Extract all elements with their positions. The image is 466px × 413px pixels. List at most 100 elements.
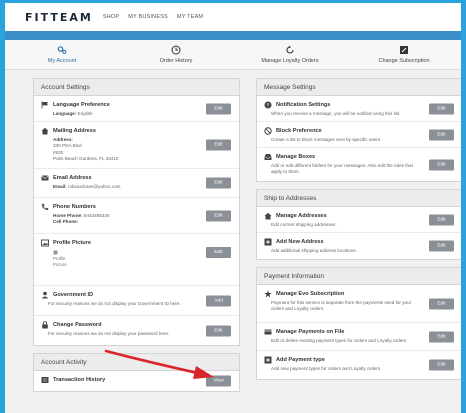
tab-label: Change Subscription [378, 58, 430, 64]
notification-desc: When you receive a message, you will be … [271, 111, 401, 116]
image-alt-text: Picture [53, 261, 67, 267]
row-heading: Change Password [41, 321, 201, 329]
top-nav: FITTEAM SHOP MY BUSINESS MY TEAM [5, 3, 461, 31]
government-id-row: Government ID For security reasons we do… [34, 286, 239, 316]
address-line: Palm Beach Gardens, FL 33410 [53, 156, 119, 162]
manage-addresses-row: Manage Addresses Edit current shipping a… [257, 207, 461, 233]
add-address-row: Add New Address Add additional shipping … [257, 233, 461, 259]
image-icon [41, 239, 49, 247]
account-subnav: My Account Order History Manage Loyalty … [5, 40, 461, 70]
password-row: Change Password For security reasons we … [34, 316, 239, 345]
row-title: Transaction History [53, 377, 106, 383]
payment-panel: Payment Information Manage Evo Subscript… [256, 267, 461, 380]
tab-change-subscription[interactable]: Change Subscription [347, 40, 461, 69]
clock-icon [171, 45, 181, 55]
block-row: Block Preference Create a list to block … [257, 122, 461, 148]
add-address-button[interactable]: Edit [429, 240, 454, 252]
field-label: Home Phone: [53, 213, 83, 218]
add-payment-type-button[interactable]: Edit [429, 359, 454, 371]
mailing-row: Mailing Address Address: 330 PGA Blvd #8… [34, 122, 239, 169]
notification-row: Notification Settings When you receive a… [257, 96, 461, 122]
row-title: Block Preference [276, 128, 322, 134]
row-heading: Notification Settings [264, 101, 424, 109]
email-row: Email Address Email: mbeardcans@yahoo.co… [34, 169, 239, 198]
edit-password-button[interactable]: Edit [206, 325, 231, 336]
annotation-arrow [104, 349, 214, 379]
add-address-desc: Add additional shipping address location… [271, 248, 357, 253]
edit-language-button[interactable]: Edit [206, 103, 231, 114]
lock-icon [42, 321, 48, 329]
ship-to-panel: Ship to Addresses Manage Addresses Edit … [256, 189, 461, 260]
address-line: 330 PGA Blvd [53, 143, 82, 149]
app-frame: FITTEAM SHOP MY BUSINESS MY TEAM My Acco… [5, 3, 461, 413]
edit-profile-button[interactable]: Edit [206, 247, 231, 258]
row-title: Manage Addresses [276, 213, 327, 219]
row-title: Government ID [53, 292, 94, 298]
inbox-icon [264, 154, 272, 160]
user-icon [41, 291, 49, 299]
row-title: Phone Numbers [53, 204, 96, 210]
field-value: English [77, 111, 93, 116]
add-payment-type-row: Add Payment type Add new payment types f… [257, 351, 461, 379]
credit-card-icon [264, 329, 272, 335]
row-heading: Email Address [41, 174, 201, 182]
profile-row: Profile Picture Profile Picture Edit [34, 234, 239, 286]
edit-email-button[interactable]: Edit [206, 177, 231, 189]
row-title: Mailing Address [53, 128, 96, 134]
block-icon [264, 127, 272, 135]
message-settings-panel: Message Settings Notification Settings W… [256, 78, 461, 182]
password-desc: For security reasons we do not display y… [48, 331, 170, 336]
field-label: Address: [53, 137, 73, 142]
home-icon [264, 212, 272, 220]
row-heading: Manage Payments on File [264, 328, 424, 336]
email-value: Email: mbeardcans@yahoo.com [41, 184, 201, 190]
edit-payments-button[interactable]: Edit [429, 331, 454, 342]
row-title: Add Payment type [276, 357, 325, 363]
language-value: Language: English [41, 111, 201, 117]
header-bar [5, 31, 461, 40]
mailing-value: Address: 330 PGA Blvd #820 Palm Beach Ga… [41, 137, 201, 163]
payments-on-file-row: Manage Payments on File Edit or delete e… [257, 323, 461, 351]
brand-logo[interactable]: FITTEAM [25, 11, 93, 24]
boxes-desc: Add or edit different folders for your m… [271, 163, 413, 175]
profile-picture: Profile Picture [41, 250, 201, 267]
evo-subscription-desc: Payment for this service is separate fro… [271, 300, 412, 312]
row-heading: Manage Addresses [264, 212, 424, 220]
envelope-icon [41, 175, 49, 181]
row-title: Language Preference [53, 102, 110, 108]
tab-my-account[interactable]: My Account [5, 40, 119, 69]
star-icon [264, 290, 272, 298]
row-title: Manage Boxes [276, 154, 316, 160]
edit-addresses-button[interactable]: Edit [429, 214, 454, 225]
evo-subscription-row: Manage Evo Subscription Payment for this… [257, 285, 461, 323]
phone-icon [42, 203, 49, 210]
language-row: Language Preference Language: English Ed… [34, 96, 239, 122]
gears-icon [57, 46, 67, 54]
nav-my-team[interactable]: MY TEAM [177, 14, 203, 20]
tab-label: My Account [47, 58, 77, 64]
plus-square-icon [264, 238, 272, 246]
flag-icon [41, 101, 48, 109]
row-title: Change Password [53, 322, 102, 328]
add-government-id-button[interactable]: Add [206, 295, 231, 306]
row-heading: Language Preference [41, 101, 201, 109]
edit-notification-button[interactable]: Edit [429, 103, 454, 114]
row-title: Manage Evo Subscription [276, 291, 345, 297]
payments-on-file-desc: Edit or delete existing payment types fo… [271, 338, 408, 343]
row-heading: Manage Boxes [264, 153, 424, 161]
row-heading: Profile Picture [41, 239, 201, 247]
edit-boxes-button[interactable]: Edit [429, 159, 454, 170]
edit-block-button[interactable]: Edit [429, 129, 454, 140]
edit-mailing-button[interactable]: Edit [206, 139, 231, 151]
nav-my-business[interactable]: MY BUSINESS [128, 14, 168, 20]
edit-evo-subscription-button[interactable]: Edit [429, 298, 454, 309]
list-icon [41, 377, 49, 383]
row-heading: Mailing Address [41, 127, 201, 135]
plus-square-icon [264, 356, 272, 364]
field-value: 8443488326 [83, 213, 110, 218]
nav-shop[interactable]: SHOP [103, 14, 119, 20]
edit-phone-button[interactable]: Edit [206, 210, 231, 221]
tab-order-history[interactable]: Order History [119, 40, 233, 69]
tab-manage-loyalty-orders[interactable]: Manage Loyalty Orders [233, 40, 347, 69]
row-title: Manage Payments on File [276, 329, 345, 335]
